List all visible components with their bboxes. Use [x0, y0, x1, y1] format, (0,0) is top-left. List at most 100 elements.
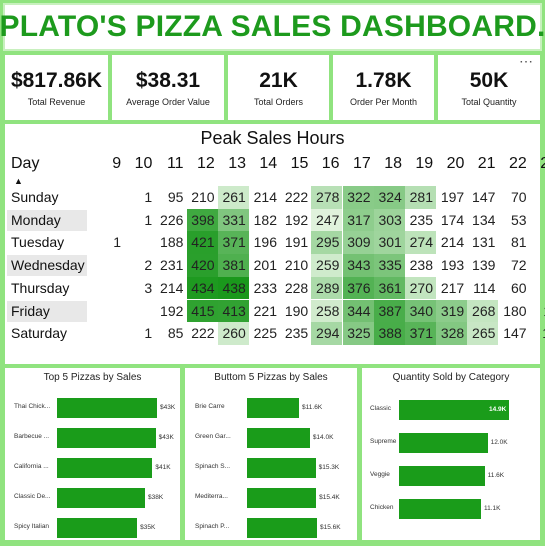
- bar[interactable]: [247, 488, 317, 508]
- heatmap-cell[interactable]: 259: [311, 254, 343, 277]
- bar-row[interactable]: Supreme 12.0K: [362, 433, 540, 453]
- heatmap-cell[interactable]: 196: [249, 231, 280, 254]
- top-5-pizzas-chart[interactable]: Top 5 Pizzas by Sales Thai Chick... $43K B…: [5, 368, 180, 540]
- sort-ascending-icon[interactable]: ▲: [14, 176, 23, 186]
- heatmap-cell[interactable]: 225: [249, 322, 280, 345]
- heatmap-cell[interactable]: 147: [499, 322, 530, 345]
- heatmap-cell[interactable]: 1: [124, 209, 155, 232]
- heatmap-cell[interactable]: 270: [405, 276, 436, 300]
- heatmap-cell[interactable]: 81: [499, 231, 530, 254]
- hour-header[interactable]: 21: [467, 155, 498, 173]
- heatmap-cell[interactable]: [124, 231, 155, 254]
- heatmap-cell[interactable]: 434: [186, 276, 218, 300]
- heatmap-cell[interactable]: 274: [405, 231, 436, 254]
- heatmap-cell[interactable]: 2: [530, 277, 545, 300]
- heatmap-cell[interactable]: 217: [436, 277, 467, 300]
- row-label-thursday[interactable]: Thursday: [7, 278, 87, 299]
- heatmap-cell[interactable]: 210: [187, 186, 218, 209]
- kpi-order-per-month[interactable]: 1.78K Order Per Month: [333, 55, 434, 120]
- heatmap-cell[interactable]: [93, 277, 124, 300]
- heatmap-cell[interactable]: 11: [530, 300, 545, 323]
- heatmap-cell[interactable]: 328: [436, 322, 468, 345]
- heatmap-cell[interactable]: 214: [436, 231, 467, 254]
- heatmap-cell[interactable]: 235: [405, 209, 436, 232]
- heatmap-cell[interactable]: 1: [124, 322, 155, 345]
- heatmap-cell[interactable]: 134: [467, 209, 498, 232]
- heatmap-cell[interactable]: 210: [280, 254, 311, 277]
- row-label-friday[interactable]: Friday: [7, 300, 87, 322]
- peak-sales-hours-matrix[interactable]: Peak Sales Hours Day ▲ 9 10 11 12 13 14 15 16 17…: [5, 124, 545, 364]
- heatmap-cell[interactable]: 281: [405, 186, 436, 209]
- bar[interactable]: [247, 428, 310, 448]
- heatmap-cell[interactable]: 60: [499, 277, 530, 300]
- bar-row[interactable]: Spinach P... $15.6K: [185, 518, 357, 538]
- heatmap-cell[interactable]: [530, 254, 545, 277]
- heatmap-cell[interactable]: 322: [342, 186, 374, 209]
- heatmap-cell[interactable]: 325: [342, 322, 374, 345]
- heatmap-cell[interactable]: 197: [436, 186, 467, 209]
- bar-row[interactable]: Classic De... $38K: [5, 488, 180, 508]
- heatmap-cell[interactable]: 1: [530, 209, 545, 232]
- heatmap-cell[interactable]: 420: [186, 254, 218, 277]
- heatmap-cell[interactable]: 214: [249, 186, 280, 209]
- heatmap-cell[interactable]: 2: [530, 186, 545, 209]
- bar-row[interactable]: Barbecue ... $43K: [5, 428, 180, 448]
- heatmap-cell[interactable]: 238: [405, 254, 436, 277]
- hour-header[interactable]: 11: [155, 155, 186, 173]
- bar[interactable]: [399, 466, 485, 486]
- row-label-monday[interactable]: Monday: [7, 209, 87, 231]
- bar-row[interactable]: Green Gar... $14.0K: [185, 428, 357, 448]
- heatmap-cell[interactable]: 331: [217, 208, 249, 232]
- bar[interactable]: [57, 398, 157, 418]
- heatmap-cell[interactable]: 260: [217, 322, 249, 345]
- heatmap-cell[interactable]: 268: [467, 299, 499, 322]
- heatmap-cell[interactable]: 398: [186, 208, 218, 232]
- heatmap-cell[interactable]: 371: [217, 231, 249, 254]
- heatmap-cell[interactable]: [530, 231, 545, 254]
- bar-row[interactable]: California ... $41K: [5, 458, 180, 478]
- heatmap-cell[interactable]: 289: [311, 276, 343, 300]
- heatmap-cell[interactable]: 72: [499, 254, 530, 277]
- heatmap-cell[interactable]: 294: [311, 322, 343, 345]
- heatmap-cell[interactable]: [93, 254, 124, 277]
- hour-header[interactable]: 17: [343, 155, 374, 173]
- bar[interactable]: [399, 433, 488, 453]
- heatmap-cell[interactable]: 192: [155, 300, 186, 323]
- row-label-sunday[interactable]: Sunday: [7, 187, 87, 208]
- hour-header[interactable]: 14: [249, 155, 280, 173]
- heatmap-cell[interactable]: 295: [311, 231, 343, 254]
- heatmap-cell[interactable]: [124, 300, 155, 323]
- row-label-saturday[interactable]: Saturday: [7, 323, 87, 344]
- heatmap-cell[interactable]: 201: [249, 254, 280, 277]
- heatmap-cell[interactable]: 53: [499, 209, 530, 232]
- hour-header[interactable]: 13: [218, 155, 249, 173]
- row-label-tuesday[interactable]: Tuesday: [7, 232, 87, 253]
- heatmap-cell[interactable]: 188: [155, 231, 186, 254]
- bar-row[interactable]: Mediterra... $15.4K: [185, 488, 357, 508]
- heatmap-cell[interactable]: 317: [342, 208, 374, 232]
- heatmap-cell[interactable]: 233: [249, 277, 280, 300]
- heatmap-cell[interactable]: 114: [467, 277, 498, 300]
- hour-header[interactable]: 12: [187, 155, 218, 173]
- heatmap-cell[interactable]: 1: [124, 186, 155, 209]
- heatmap-cell[interactable]: 376: [342, 276, 374, 300]
- heatmap-cell[interactable]: 261: [217, 186, 249, 209]
- heatmap-cell[interactable]: 228: [280, 277, 311, 300]
- hour-header[interactable]: 9: [93, 155, 124, 173]
- heatmap-cell[interactable]: 147: [467, 186, 498, 209]
- heatmap-cell[interactable]: 247: [311, 208, 343, 232]
- heatmap-cell[interactable]: 278: [311, 186, 343, 209]
- heatmap-cell[interactable]: 388: [373, 322, 405, 345]
- heatmap-cell[interactable]: 438: [217, 276, 249, 300]
- heatmap-cell[interactable]: 214: [155, 277, 186, 300]
- quantity-by-category-chart[interactable]: Quantity Sold by Category Classic 14.9K Su…: [362, 368, 540, 540]
- heatmap-cell[interactable]: 180: [499, 300, 530, 323]
- heatmap-cell[interactable]: 190: [280, 300, 311, 323]
- hour-header[interactable]: 23: [530, 155, 545, 173]
- heatmap-cell[interactable]: 182: [249, 209, 280, 232]
- heatmap-cell[interactable]: 265: [467, 322, 499, 345]
- hour-header[interactable]: 22: [499, 155, 530, 173]
- hour-header[interactable]: 15: [280, 155, 311, 173]
- heatmap-cell[interactable]: 361: [373, 276, 405, 300]
- hour-header[interactable]: 10: [124, 155, 155, 173]
